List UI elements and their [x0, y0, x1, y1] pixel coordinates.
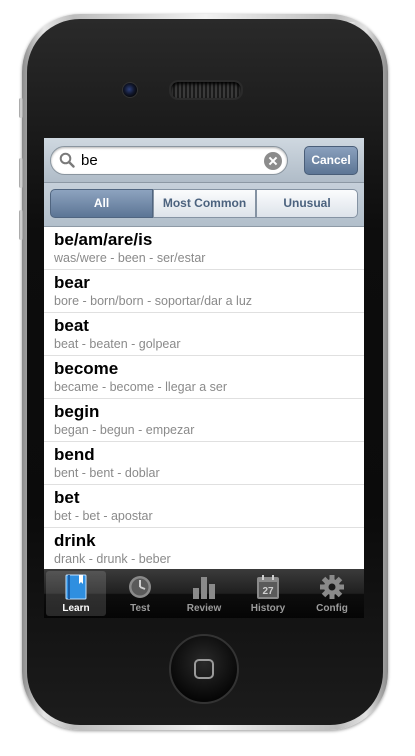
- verb-forms: drank - drunk - beber: [54, 552, 171, 566]
- volume-up-button: [19, 158, 23, 188]
- list-item[interactable]: beat beat - beaten - golpear: [44, 313, 364, 356]
- verb-forms: became - become - llegar a ser: [54, 380, 227, 394]
- book-icon: [65, 574, 87, 600]
- calendar-icon: 27: [257, 575, 279, 599]
- verb-word: begin: [54, 402, 100, 421]
- search-icon: [59, 152, 75, 168]
- tab-test[interactable]: Test: [110, 571, 170, 616]
- search-input[interactable]: be: [50, 146, 288, 175]
- mute-switch: [19, 98, 23, 118]
- verb-word: drink: [54, 531, 96, 550]
- list-item[interactable]: begin began - begun - empezar: [44, 399, 364, 442]
- earpiece-speaker: [169, 80, 243, 100]
- segment-all[interactable]: All: [50, 189, 153, 218]
- segment-unusual[interactable]: Unusual: [256, 189, 358, 218]
- calendar-day: 27: [262, 586, 274, 597]
- tab-config[interactable]: Config: [302, 571, 362, 616]
- tab-bar: Learn Test Review 27 History Config: [44, 569, 364, 618]
- tab-label: Learn: [62, 603, 90, 614]
- verb-word: bet: [54, 488, 80, 507]
- volume-down-button: [19, 210, 23, 240]
- verb-word: be/am/are/is: [54, 230, 153, 249]
- bar-chart-icon: [193, 577, 215, 599]
- list-item[interactable]: drink drank - drunk - beber: [44, 528, 364, 569]
- app-screen: be Cancel All Most Common Unusual be/am/…: [44, 138, 364, 618]
- list-item[interactable]: become became - become - llegar a ser: [44, 356, 364, 399]
- segment-most-common[interactable]: Most Common: [153, 189, 256, 218]
- cancel-button[interactable]: Cancel: [304, 146, 358, 175]
- verb-list: be/am/are/is was/were - been - ser/estar…: [44, 227, 364, 569]
- tab-review[interactable]: Review: [174, 571, 234, 616]
- verb-word: bend: [54, 445, 95, 464]
- clear-search-icon[interactable]: [264, 152, 282, 170]
- tab-label: Review: [186, 603, 222, 614]
- list-item[interactable]: bend bent - bent - doblar: [44, 442, 364, 485]
- gear-icon: [320, 575, 344, 599]
- tab-label: History: [250, 603, 286, 614]
- home-square-icon: [194, 659, 214, 679]
- list-item[interactable]: be/am/are/is was/were - been - ser/estar: [44, 227, 364, 270]
- tab-learn[interactable]: Learn: [46, 571, 106, 616]
- verb-word: become: [54, 359, 119, 378]
- verb-forms: began - begun - empezar: [54, 423, 195, 437]
- tab-history[interactable]: 27 History: [238, 571, 298, 616]
- clock-icon: [129, 576, 151, 598]
- verb-forms: beat - beaten - golpear: [54, 337, 181, 351]
- verb-forms: bore - born/born - soportar/dar a luz: [54, 294, 253, 308]
- search-query: be: [81, 152, 98, 169]
- list-item[interactable]: bear bore - born/born - soportar/dar a l…: [44, 270, 364, 313]
- verb-forms: was/were - been - ser/estar: [54, 251, 206, 265]
- verb-forms: bet - bet - apostar: [54, 509, 153, 523]
- verb-word: beat: [54, 316, 89, 335]
- tab-label: Test: [130, 603, 150, 614]
- filter-segmented-control: All Most Common Unusual: [44, 183, 364, 227]
- search-bar: be Cancel: [44, 138, 364, 183]
- verb-forms: bent - bent - doblar: [54, 466, 160, 480]
- verb-word: bear: [54, 273, 90, 292]
- tab-label: Config: [316, 603, 348, 614]
- front-camera: [122, 82, 138, 98]
- list-item[interactable]: bet bet - bet - apostar: [44, 485, 364, 528]
- home-button[interactable]: [169, 634, 239, 704]
